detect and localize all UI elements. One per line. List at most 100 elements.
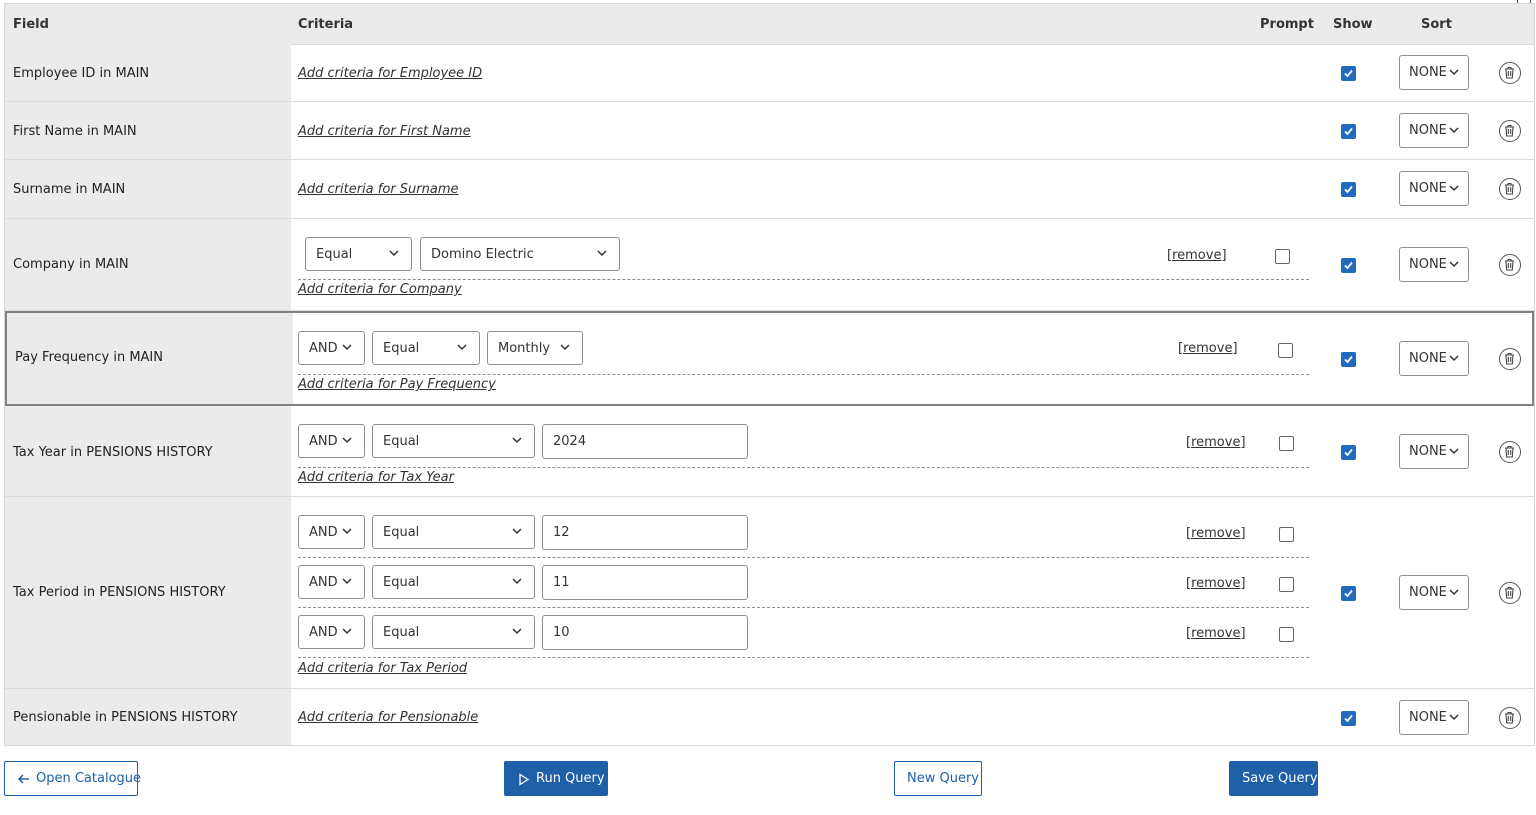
chevron-down-icon: [1449, 589, 1459, 596]
chevron-down-icon: [1449, 185, 1459, 192]
operator-select[interactable]: Equal: [372, 424, 535, 458]
remove-criteria-link[interactable]: [remove]: [1167, 248, 1227, 263]
table-row: Surname in MAIN Add criteria for Surname…: [5, 160, 1534, 219]
conjunction-select[interactable]: AND: [298, 331, 365, 365]
remove-criteria-link[interactable]: [remove]: [1186, 526, 1246, 541]
add-criteria-link[interactable]: Add criteria for Pensionable: [298, 710, 478, 725]
conjunction-value: AND: [309, 434, 338, 449]
delete-row-button[interactable]: [1499, 62, 1521, 84]
value-text: Monthly: [498, 341, 551, 356]
sort-select[interactable]: NONE: [1399, 575, 1469, 610]
sort-select[interactable]: NONE: [1399, 341, 1469, 376]
trash-icon: [1505, 258, 1514, 271]
field-label: First Name in MAIN: [13, 124, 137, 139]
operator-select[interactable]: Equal: [372, 615, 535, 649]
check-icon: [1344, 714, 1353, 723]
trash-icon: [1505, 352, 1514, 365]
table-row: Tax Period in PENSIONS HISTORY AND Equal…: [5, 497, 1534, 689]
trash-icon: [1505, 124, 1514, 137]
conjunction-select[interactable]: AND: [298, 615, 365, 649]
field-cell: Pensionable in PENSIONS HISTORY: [5, 689, 291, 745]
sort-select[interactable]: NONE: [1399, 171, 1469, 206]
delete-row-button[interactable]: [1499, 348, 1521, 370]
value-select[interactable]: Monthly: [487, 331, 583, 365]
table-row: Tax Year in PENSIONS HISTORY AND Equal 2…: [5, 406, 1534, 497]
prompt-checkbox[interactable]: [1279, 527, 1294, 542]
remove-criteria-link[interactable]: [remove]: [1178, 341, 1238, 356]
delete-row-button[interactable]: [1499, 441, 1521, 463]
chevron-down-icon: [512, 578, 522, 585]
show-checkbox[interactable]: [1341, 182, 1356, 197]
chevron-down-icon: [512, 628, 522, 635]
prompt-checkbox[interactable]: [1279, 436, 1294, 451]
add-criteria-link[interactable]: Add criteria for Surname: [298, 182, 459, 197]
sort-select[interactable]: NONE: [1399, 700, 1469, 735]
operator-select[interactable]: Equal: [372, 515, 535, 549]
prompt-checkbox[interactable]: [1278, 343, 1293, 358]
prompt-checkbox[interactable]: [1275, 249, 1290, 264]
add-criteria-link[interactable]: Add criteria for Pay Frequency: [298, 377, 496, 392]
remove-criteria-link[interactable]: [remove]: [1186, 435, 1246, 450]
add-criteria-link[interactable]: Add criteria for Tax Period: [298, 661, 467, 676]
criteria-divider: [298, 374, 1309, 375]
add-criteria-link[interactable]: Add criteria for First Name: [298, 124, 471, 139]
conjunction-value: AND: [309, 341, 338, 356]
sort-select[interactable]: NONE: [1399, 434, 1469, 469]
show-checkbox[interactable]: [1341, 586, 1356, 601]
chevron-down-icon: [457, 344, 467, 351]
show-checkbox[interactable]: [1341, 258, 1356, 273]
prompt-checkbox[interactable]: [1279, 627, 1294, 642]
operator-select[interactable]: Equal: [305, 237, 412, 271]
delete-row-button[interactable]: [1499, 120, 1521, 142]
sort-select[interactable]: NONE: [1399, 55, 1469, 90]
conjunction-select[interactable]: AND: [298, 565, 365, 599]
show-checkbox[interactable]: [1341, 352, 1356, 367]
show-checkbox[interactable]: [1341, 711, 1356, 726]
operator-value: Equal: [383, 434, 420, 449]
show-checkbox[interactable]: [1341, 445, 1356, 460]
criteria-divider: [298, 467, 1309, 468]
value-select[interactable]: Domino Electric: [420, 237, 620, 271]
chevron-down-icon: [342, 344, 352, 351]
sort-value: NONE: [1409, 123, 1447, 138]
delete-row-button[interactable]: [1499, 707, 1521, 729]
criteria-divider: [298, 279, 1309, 280]
delete-row-button[interactable]: [1499, 582, 1521, 604]
open-catalogue-button[interactable]: Open Catalogue: [4, 761, 141, 796]
operator-select[interactable]: Equal: [372, 331, 480, 365]
field-cell: Company in MAIN: [5, 219, 291, 310]
trash-icon: [1505, 711, 1514, 724]
prompt-checkbox[interactable]: [1279, 577, 1294, 592]
field-cell: Tax Year in PENSIONS HISTORY: [5, 406, 291, 496]
sort-value: NONE: [1409, 710, 1447, 725]
add-criteria-link[interactable]: Add criteria for Company: [298, 282, 462, 297]
show-checkbox[interactable]: [1341, 124, 1356, 139]
sort-select[interactable]: NONE: [1399, 113, 1469, 148]
run-query-button[interactable]: Run Query: [504, 761, 608, 796]
remove-criteria-link[interactable]: [remove]: [1186, 576, 1246, 591]
field-cell: First Name in MAIN: [5, 102, 291, 159]
save-query-button[interactable]: Save Query: [1229, 761, 1318, 796]
value-input[interactable]: 12: [542, 515, 748, 550]
value-input[interactable]: 11: [542, 565, 748, 600]
conjunction-select[interactable]: AND: [298, 515, 365, 549]
chevron-down-icon: [512, 528, 522, 535]
check-icon: [1344, 127, 1353, 136]
operator-select[interactable]: Equal: [372, 565, 535, 599]
show-checkbox[interactable]: [1341, 66, 1356, 81]
chevron-down-icon: [1449, 69, 1459, 76]
sort-select[interactable]: NONE: [1399, 247, 1469, 282]
conjunction-value: AND: [309, 575, 338, 590]
add-criteria-link[interactable]: Add criteria for Employee ID: [298, 66, 482, 81]
remove-criteria-link[interactable]: [remove]: [1186, 626, 1246, 641]
header-prompt: Prompt: [1260, 17, 1314, 32]
value-text: Domino Electric: [431, 247, 534, 262]
field-label: Surname in MAIN: [13, 182, 126, 197]
delete-row-button[interactable]: [1499, 178, 1521, 200]
value-input[interactable]: 10: [542, 615, 748, 650]
add-criteria-link[interactable]: Add criteria for Tax Year: [298, 470, 454, 485]
conjunction-select[interactable]: AND: [298, 424, 365, 458]
value-input[interactable]: 2024: [542, 424, 748, 459]
delete-row-button[interactable]: [1499, 254, 1521, 276]
new-query-button[interactable]: New Query: [894, 761, 982, 796]
